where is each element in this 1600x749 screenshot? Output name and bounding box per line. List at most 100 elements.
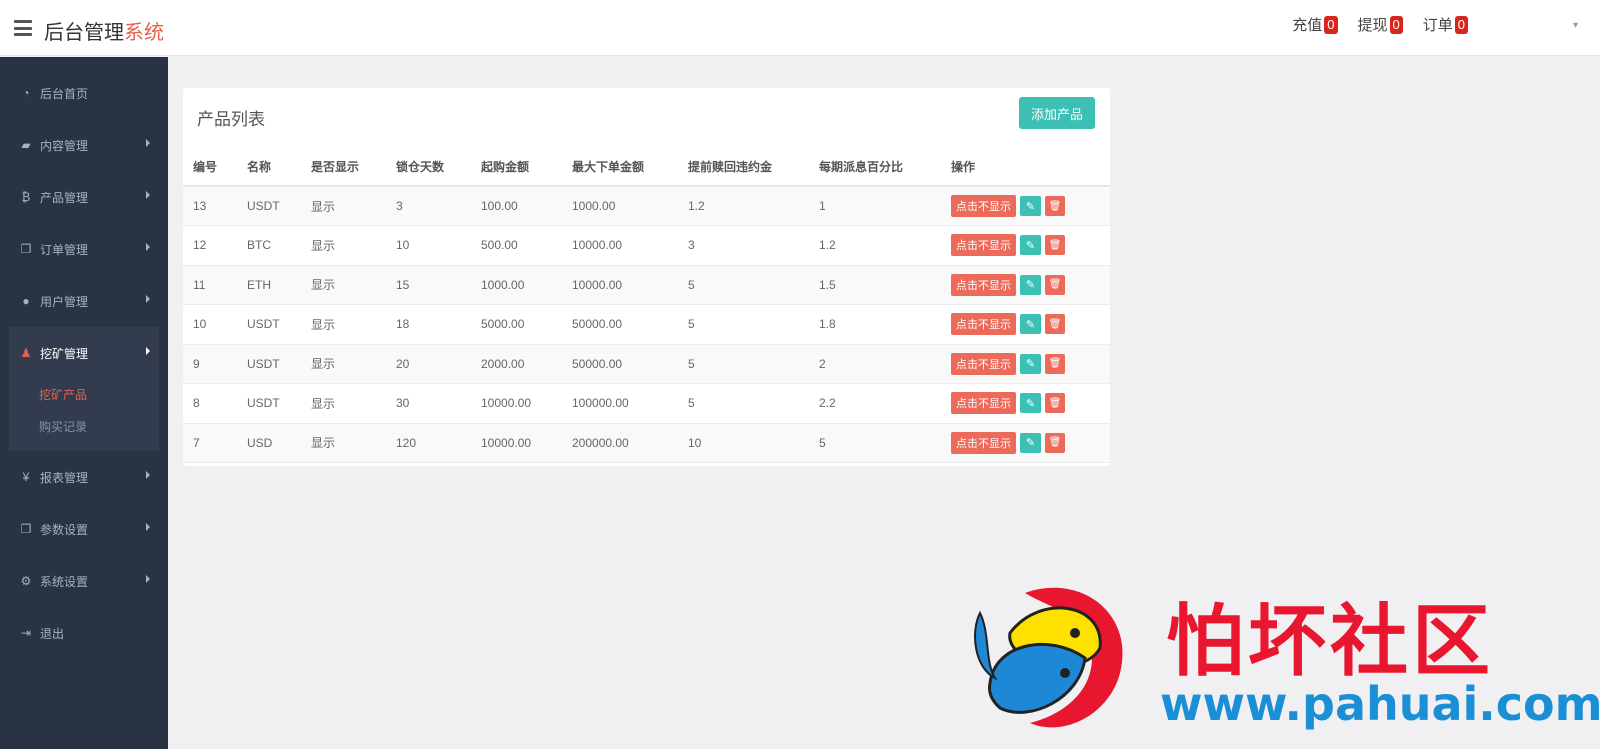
product-list-panel: 产品列表 添加产品 编号 名称 是否显示 锁仓天数 起购金额 最大下单金额 提前… <box>183 88 1110 466</box>
table-cell: USD <box>237 423 301 463</box>
hide-button[interactable]: 点击不显示 <box>951 392 1016 415</box>
table-cell: 显示 <box>301 423 386 463</box>
row-actions: 点击不显示 ✎ 🗑 <box>951 392 1110 415</box>
edit-icon[interactable]: ✎ <box>1020 314 1041 335</box>
stat-label: 订单 <box>1422 17 1453 34</box>
table-cell: 3 <box>386 186 471 226</box>
edit-icon[interactable]: ✎ <box>1020 196 1041 216</box>
edit-icon[interactable]: ✎ <box>1020 274 1041 295</box>
edit-icon[interactable]: ✎ <box>1020 432 1041 453</box>
watermark-name: 怕坏社区 <box>1166 597 1495 687</box>
hide-button[interactable]: 点击不显示 <box>951 273 1016 296</box>
table-cell: USDT <box>237 344 301 384</box>
user-dropdown-icon[interactable]: ▾ <box>1573 20 1578 31</box>
watermark: 怕坏社区 www.pahuai.com <box>970 573 1600 743</box>
trash-icon[interactable]: 🗑 <box>1045 432 1065 453</box>
trash-icon[interactable]: 🗑 <box>1045 274 1065 295</box>
actions-cell: 点击不显示 ✎ 🗑 <box>941 383 1110 424</box>
stat-badge: 0 <box>1389 15 1403 34</box>
table-cell: USDT <box>237 304 301 345</box>
sidebar-subitem-purchase-records[interactable]: 购买记录 <box>9 411 159 443</box>
sidebar-group-mining: ♟ 挖矿管理 挖矿产品 购买记录 <box>9 327 159 451</box>
edit-icon[interactable]: ✎ <box>1020 393 1041 414</box>
chevron-right-icon <box>146 471 150 479</box>
hide-button[interactable]: 点击不显示 <box>951 195 1016 217</box>
chevron-right-icon <box>146 191 150 199</box>
table-cell: 显示 <box>301 304 386 345</box>
table-row: 13 USDT 显示 3 100.00 1000.00 1.2 1 点击不显示 ✎ 🗑 <box>183 186 1110 226</box>
book-icon: ▰ <box>21 138 31 152</box>
table-cell: 500.00 <box>471 225 562 266</box>
edit-icon[interactable]: ✎ <box>1020 353 1041 374</box>
header-stats: 充值 0 提现 0 订单 0 <box>1292 14 1468 35</box>
sidebar-item-users[interactable]: ● 用户管理 <box>0 275 168 327</box>
trash-icon[interactable]: 🗑 <box>1045 314 1065 335</box>
sidebar-item-logout[interactable]: ⇥ 退出 <box>0 607 168 659</box>
hide-button[interactable]: 点击不显示 <box>951 352 1016 375</box>
table-cell: 15 <box>386 265 471 305</box>
top-header: 后台管理系统 充值 0 提现 0 订单 0 ▾ <box>0 0 1600 56</box>
edit-icon[interactable]: ✎ <box>1020 235 1041 256</box>
actions-cell: 点击不显示 ✎ 🗑 <box>941 304 1110 345</box>
trash-icon[interactable]: 🗑 <box>1045 393 1065 414</box>
table-cell: 1.8 <box>809 304 941 345</box>
table-cell: 50000.00 <box>562 304 678 345</box>
table-cell: 20 <box>386 344 471 384</box>
col-id: 编号 <box>183 148 237 187</box>
table-cell: 5 <box>809 423 941 463</box>
table-cell: 1.5 <box>809 265 941 305</box>
copy-icon: ❐ <box>20 242 32 256</box>
sidebar-item-mining[interactable]: ♟ 挖矿管理 <box>9 327 159 379</box>
table-cell: 1.2 <box>809 225 941 266</box>
table-cell: 10000.00 <box>562 225 678 266</box>
hide-button[interactable]: 点击不显示 <box>951 234 1016 257</box>
table-cell: 显示 <box>301 383 386 424</box>
table-row: 10 USDT 显示 18 5000.00 50000.00 5 1.8 点击不显示 ✎ 🗑 <box>183 304 1110 345</box>
stat-recharge[interactable]: 充值 0 <box>1292 14 1338 35</box>
table-cell: 10000.00 <box>471 423 562 463</box>
brand-main: 后台管理 <box>44 22 124 44</box>
add-product-button[interactable]: 添加产品 <box>1019 97 1095 129</box>
trash-icon[interactable]: 🗑 <box>1045 353 1065 374</box>
sidebar-item-params[interactable]: ❐ 参数设置 <box>0 503 168 555</box>
table-cell: 10000.00 <box>471 383 562 424</box>
chevron-right-icon <box>146 295 150 303</box>
stat-label: 充值 <box>1292 17 1323 34</box>
sidebar-item-label: 系统设置 <box>40 574 89 589</box>
table-cell: 显示 <box>301 265 386 305</box>
col-max-amount: 最大下单金额 <box>562 148 678 187</box>
sidebar-item-orders[interactable]: ❐ 订单管理 <box>0 223 168 275</box>
sidebar-item-label: 订单管理 <box>40 242 89 257</box>
sidebar-item-reports[interactable]: ¥ 报表管理 <box>0 451 168 503</box>
fish-logo-icon <box>974 587 1123 728</box>
table-cell: 30 <box>386 383 471 424</box>
sidebar-item-label: 后台首页 <box>40 86 89 101</box>
sidebar-item-home[interactable]: ◔ 后台首页 <box>0 67 168 119</box>
actions-cell: 点击不显示 ✎ 🗑 <box>941 225 1110 266</box>
sidebar-item-label: 产品管理 <box>40 190 89 205</box>
stat-orders[interactable]: 订单 0 <box>1423 14 1468 35</box>
table-cell: 50000.00 <box>562 344 678 384</box>
menu-toggle-icon[interactable] <box>14 20 32 36</box>
product-table: 编号 名称 是否显示 锁仓天数 起购金额 最大下单金额 提前赎回违约金 每期派息… <box>183 148 1110 463</box>
sidebar-item-system[interactable]: ⚙ 系统设置 <box>0 555 168 607</box>
table-row: 7 USD 显示 120 10000.00 200000.00 10 5 点击不显示 ✎ 🗑 <box>183 423 1110 463</box>
table-cell: 18 <box>386 304 471 345</box>
col-min-amount: 起购金额 <box>471 148 562 187</box>
hide-button[interactable]: 点击不显示 <box>951 313 1016 336</box>
sidebar-item-label: 参数设置 <box>40 522 89 537</box>
trash-icon[interactable]: 🗑 <box>1045 196 1065 216</box>
trash-icon[interactable]: 🗑 <box>1045 235 1065 256</box>
sidebar-item-products[interactable]: ₿ 产品管理 <box>0 171 168 223</box>
chevron-right-icon <box>146 243 150 251</box>
hide-button[interactable]: 点击不显示 <box>951 431 1016 454</box>
sidebar-subitem-mining-products[interactable]: 挖矿产品 <box>9 379 159 411</box>
sidebar-item-content[interactable]: ▰ 内容管理 <box>0 119 168 171</box>
stat-withdraw[interactable]: 提现 0 <box>1358 14 1403 35</box>
sidebar: ◔ 后台首页 ▰ 内容管理 ₿ 产品管理 ❐ 订单管理 ● 用户管理 ♟ 挖矿管理 挖矿产品… <box>0 57 168 749</box>
sidebar-item-label: 挖矿管理 <box>40 346 89 361</box>
table-cell: 3 <box>678 225 809 266</box>
table-cell: 8 <box>183 383 237 424</box>
stat-badge: 0 <box>1324 15 1338 34</box>
table-header-row: 编号 名称 是否显示 锁仓天数 起购金额 最大下单金额 提前赎回违约金 每期派息… <box>183 148 1110 187</box>
